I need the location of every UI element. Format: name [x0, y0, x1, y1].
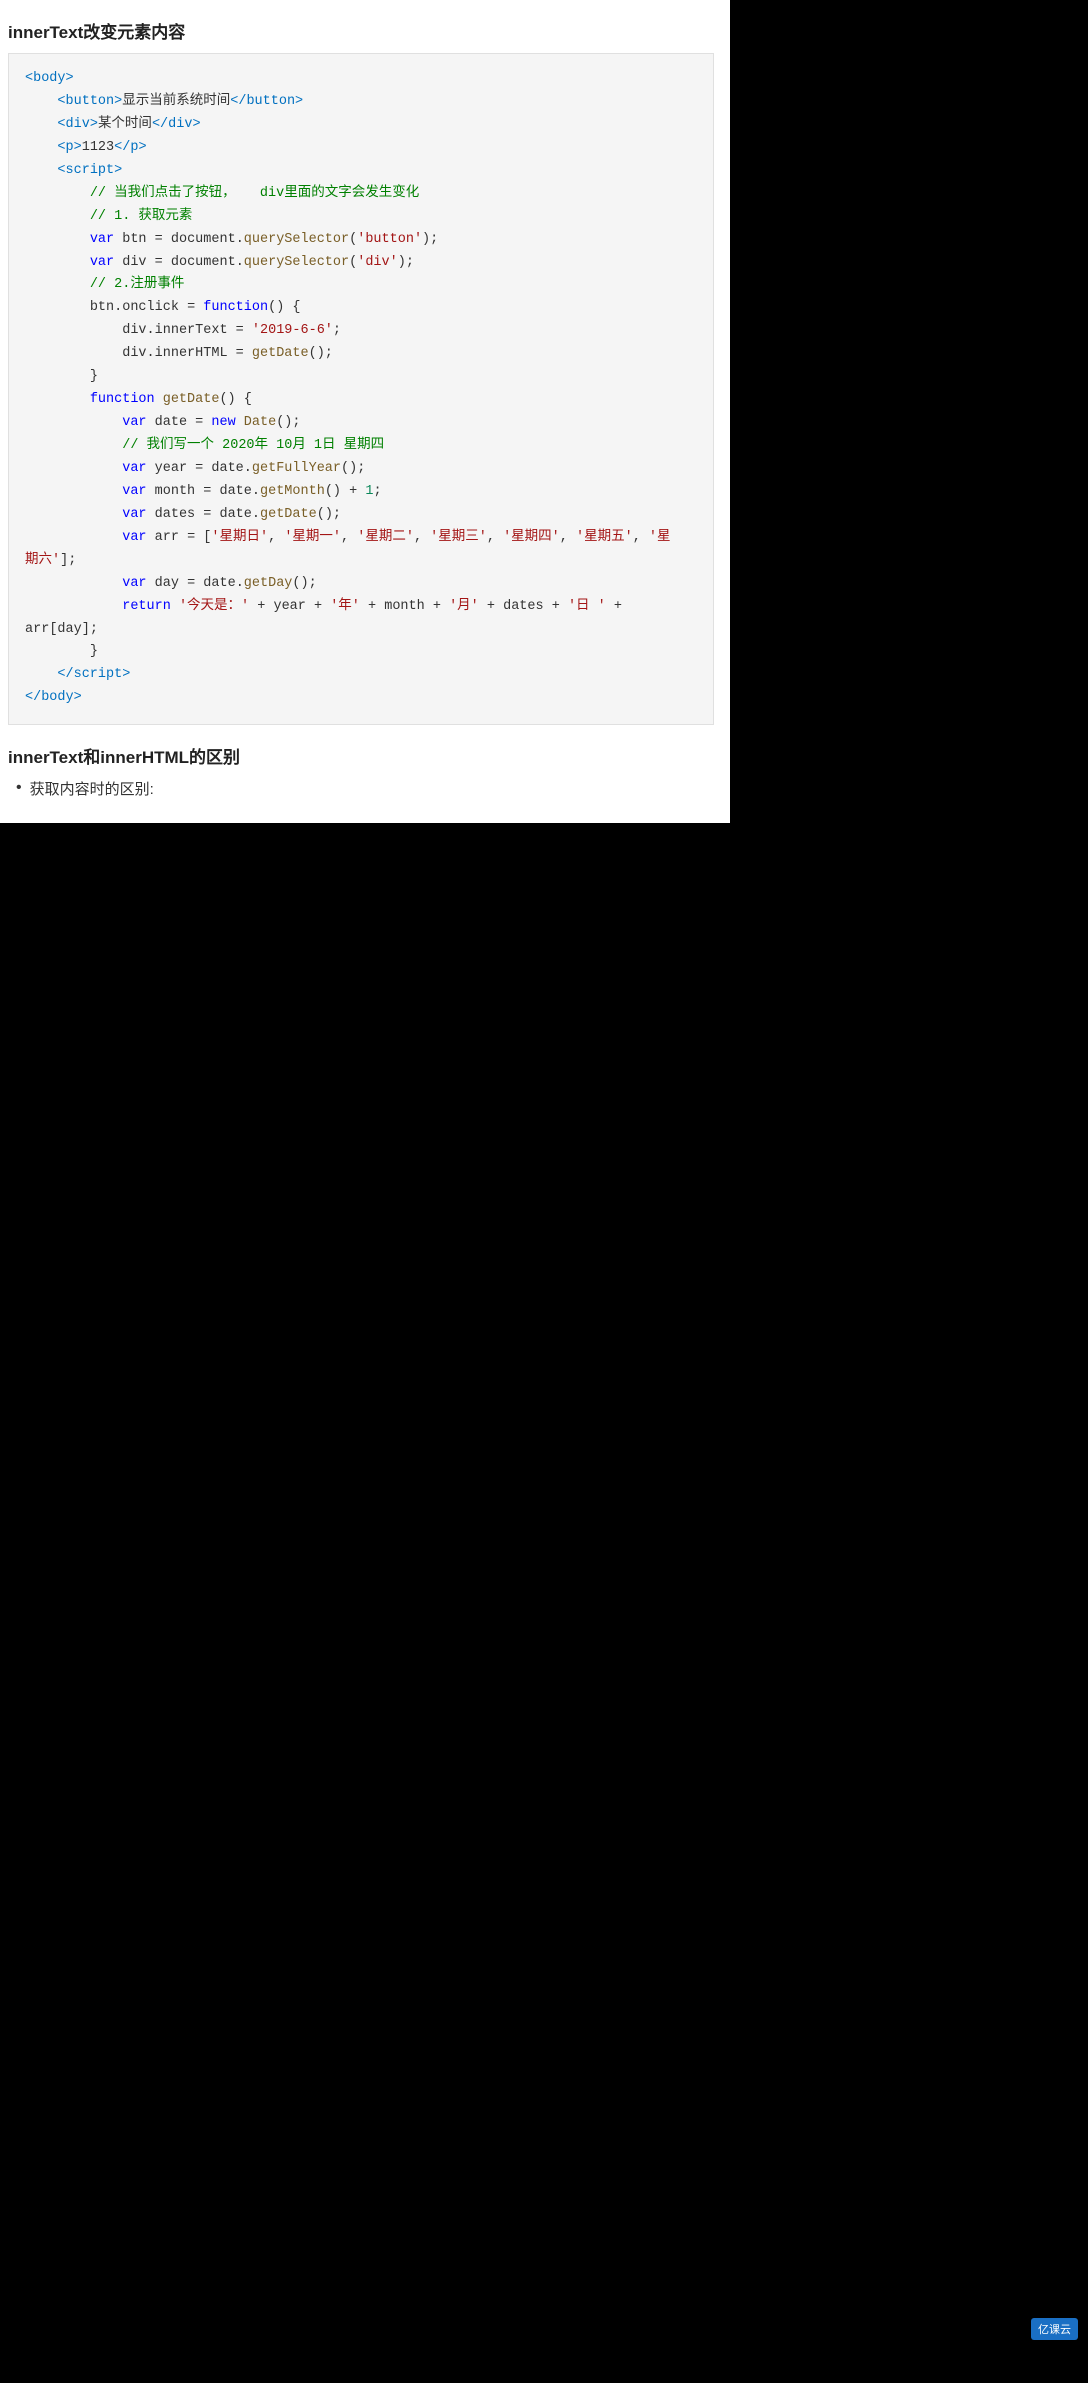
section1-title: innerText改变元素内容	[8, 18, 714, 43]
logo-badge: 亿课云	[1031, 2318, 1078, 2340]
bullet-dot: •	[16, 779, 22, 797]
bullet-list: • 获取内容时的区别:	[8, 778, 714, 799]
dark-background	[0, 823, 1088, 2383]
page-content: innerText改变元素内容 <body> <button>显示当前系统时间<…	[0, 0, 730, 823]
section2-title: innerText和innerHTML的区别	[8, 743, 714, 768]
bullet-text-1: 获取内容时的区别:	[30, 778, 154, 799]
code-block: <body> <button>显示当前系统时间</button> <div>某个…	[8, 53, 714, 725]
bullet-item-1: • 获取内容时的区别:	[16, 778, 714, 799]
